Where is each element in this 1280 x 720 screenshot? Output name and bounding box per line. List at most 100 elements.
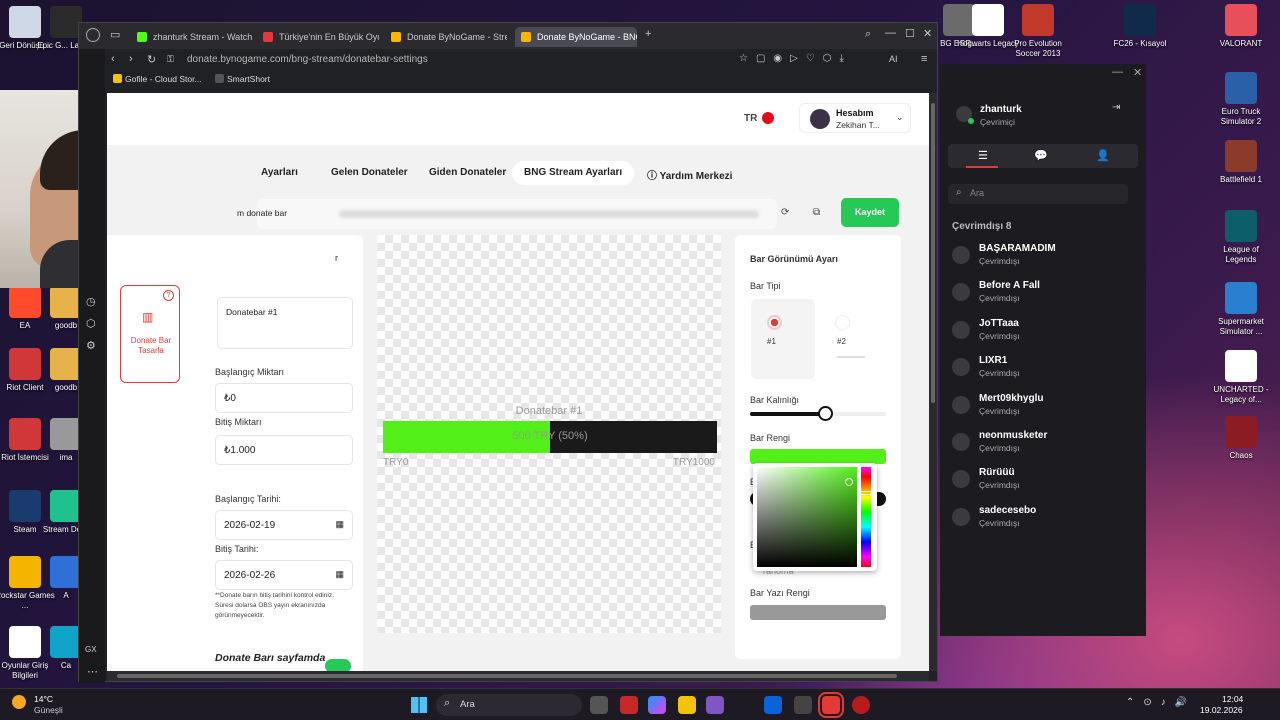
- menu-icon[interactable]: ≡: [921, 53, 927, 65]
- nav-incoming[interactable]: Gelen Donateler: [319, 161, 420, 185]
- collapse-icon[interactable]: ⇥: [1112, 102, 1120, 113]
- desktop-icon[interactable]: Chaos: [1210, 416, 1272, 461]
- date-note: **Donate barın bitiş tarihini kontrol ed…: [215, 592, 334, 619]
- new-tab-button[interactable]: +: [645, 28, 651, 40]
- end-amount-input[interactable]: ₺1.000: [215, 435, 353, 465]
- tab-1[interactable]: Türkiye'nin En Büyük Oyu: [257, 27, 379, 47]
- save-button[interactable]: Kaydet: [841, 198, 899, 227]
- start-date-input[interactable]: 2026-02-19 ▦: [215, 510, 353, 540]
- hue-slider[interactable]: [860, 467, 872, 567]
- desktop-icon[interactable]: League of Legends: [1210, 210, 1272, 265]
- bar-type-2[interactable]: #2: [823, 299, 887, 379]
- clock-time[interactable]: 12:04: [1222, 694, 1243, 704]
- ai-button[interactable]: AI: [889, 54, 898, 64]
- list-tab-icon[interactable]: ☰: [978, 149, 988, 162]
- taskbar-search-text: Ara: [460, 699, 475, 710]
- design-card[interactable]: ? ▥ Donate Bar Tasarla: [120, 285, 180, 383]
- bookmark-1[interactable]: SmartShort: [227, 74, 270, 84]
- scroll-thumb[interactable]: [931, 103, 935, 403]
- more-icon[interactable]: ⋯: [87, 665, 98, 678]
- nav-settings[interactable]: Ayarları: [249, 161, 310, 185]
- saturation-area[interactable]: [757, 467, 857, 567]
- tab-2[interactable]: Donate ByNoGame - Strea: [385, 27, 507, 47]
- weather-text: Güneşli: [34, 705, 63, 715]
- text-color-swatch[interactable]: [750, 605, 886, 620]
- color-picker-popup[interactable]: [753, 463, 877, 571]
- copy-url-icon[interactable]: ⧉: [813, 207, 820, 218]
- thickness-slider[interactable]: [750, 406, 886, 421]
- saturation-cursor[interactable]: [845, 478, 853, 486]
- url-text[interactable]: donate.bynogame.com/bng-stream/donatebar…: [187, 54, 428, 65]
- bar-name-input[interactable]: Donatebar #1: [217, 297, 353, 349]
- desktop-icon[interactable]: Supermarket Simulator ...: [1210, 282, 1272, 337]
- bar-color-swatch[interactable]: [750, 449, 886, 464]
- extensions-icons[interactable]: ☆▢◉▷♡⬡⤓: [739, 53, 852, 64]
- app-icon: [1225, 140, 1257, 172]
- end-date-input[interactable]: 2026-02-26 ▦: [215, 560, 353, 590]
- maximize-button[interactable]: ☐: [905, 27, 915, 40]
- refresh-url-icon[interactable]: ⟳: [781, 207, 789, 218]
- friends-search[interactable]: ⌕ Ara: [948, 184, 1128, 204]
- horizontal-scrollbar[interactable]: [107, 671, 929, 681]
- lang-label[interactable]: TR: [744, 113, 757, 124]
- nav-help[interactable]: ⓘ Yardım Merkezi: [635, 161, 744, 185]
- forward-icon[interactable]: ›: [129, 53, 133, 65]
- hscroll-thumb[interactable]: [117, 674, 897, 678]
- preview-area: Donatebar #1 500 TRY (50%) TRY0 TRY1000: [377, 235, 721, 633]
- back-icon[interactable]: ‹: [111, 53, 115, 65]
- hue-knob[interactable]: [860, 491, 872, 495]
- tab-0[interactable]: zhanturk Stream - Watch L: [131, 27, 253, 47]
- bar-type-1[interactable]: #1: [751, 299, 815, 379]
- chat-tab-icon[interactable]: 💬: [1034, 149, 1048, 162]
- bookmark-0[interactable]: Gofile - Cloud Stor...: [125, 74, 202, 84]
- reload-icon[interactable]: ↻: [147, 53, 156, 66]
- profile-icon[interactable]: [86, 28, 100, 42]
- app-icon[interactable]: [706, 696, 724, 714]
- url-label: m donate bar: [237, 208, 288, 218]
- show-bar-toggle[interactable]: [325, 659, 351, 671]
- desktop-icon[interactable]: VALORANT: [1210, 4, 1272, 49]
- avatar: [952, 470, 970, 489]
- history-icon[interactable]: ◷: [86, 295, 96, 308]
- gx-icon[interactable]: GX: [85, 645, 97, 654]
- amd-icon[interactable]: [620, 696, 638, 714]
- search-tabs-icon[interactable]: ⌕: [865, 28, 871, 41]
- start-amount-input[interactable]: ₺0: [215, 383, 353, 413]
- slider-knob[interactable]: [817, 406, 833, 421]
- desktop-icon-label: Battlefield 1: [1220, 175, 1262, 184]
- tray-icons[interactable]: ⌃⊙♪🔊: [1126, 697, 1196, 708]
- desktop-icon[interactable]: UNCHARTED - Legacy of...: [1210, 350, 1272, 405]
- extensions-icon[interactable]: ⬡: [86, 317, 96, 330]
- opera-icon[interactable]: [852, 696, 870, 714]
- desktop-icon[interactable]: Battlefield 1: [1210, 140, 1272, 185]
- task-view-icon[interactable]: [590, 696, 608, 714]
- desktop-icon[interactable]: Pro Evolution Soccer 2013: [1007, 4, 1069, 59]
- copilot-icon[interactable]: [648, 696, 666, 714]
- minimize-button[interactable]: —: [885, 27, 896, 39]
- clock-date[interactable]: 19.02.2026: [1200, 705, 1243, 715]
- close-friends-button[interactable]: ✕: [1133, 66, 1142, 79]
- tab-3-active[interactable]: Donate ByNoGame - BNG: [515, 27, 637, 47]
- taskbar-search[interactable]: ⌕ Ara: [436, 694, 582, 716]
- outlook-icon[interactable]: [764, 696, 782, 714]
- close-window-button[interactable]: ✕: [923, 27, 932, 40]
- page-scrollbar[interactable]: [929, 93, 937, 671]
- nav-help-label: Yardım Merkezi: [659, 171, 733, 182]
- add-friend-tab-icon[interactable]: 👤: [1096, 149, 1110, 162]
- desktop-icon[interactable]: Euro Truck Simulator 2: [1210, 72, 1272, 127]
- turkey-flag-icon: [762, 112, 774, 124]
- minimize-friends-button[interactable]: —: [1112, 66, 1123, 78]
- workspaces-icon[interactable]: ▭: [110, 28, 120, 41]
- chatgpt-icon[interactable]: [794, 696, 812, 714]
- nav-bng-stream[interactable]: BNG Stream Ayarları: [512, 161, 635, 185]
- opera-gx-icon[interactable]: [818, 692, 844, 718]
- donate-url-field[interactable]: m donate bar: [237, 199, 777, 229]
- text-color-label: Bar Yazı Rengi: [750, 588, 810, 598]
- account-menu[interactable]: Hesabım Zekihan T... ⌄: [799, 103, 911, 133]
- nav-outgoing[interactable]: Giden Donateler: [417, 161, 518, 185]
- folder-icon[interactable]: [678, 696, 696, 714]
- desktop-icon[interactable]: FC26 - Kısayol: [1109, 4, 1171, 49]
- start-button[interactable]: [411, 697, 427, 713]
- app-icon: [1225, 72, 1257, 104]
- settings-icon[interactable]: ⚙: [86, 339, 96, 352]
